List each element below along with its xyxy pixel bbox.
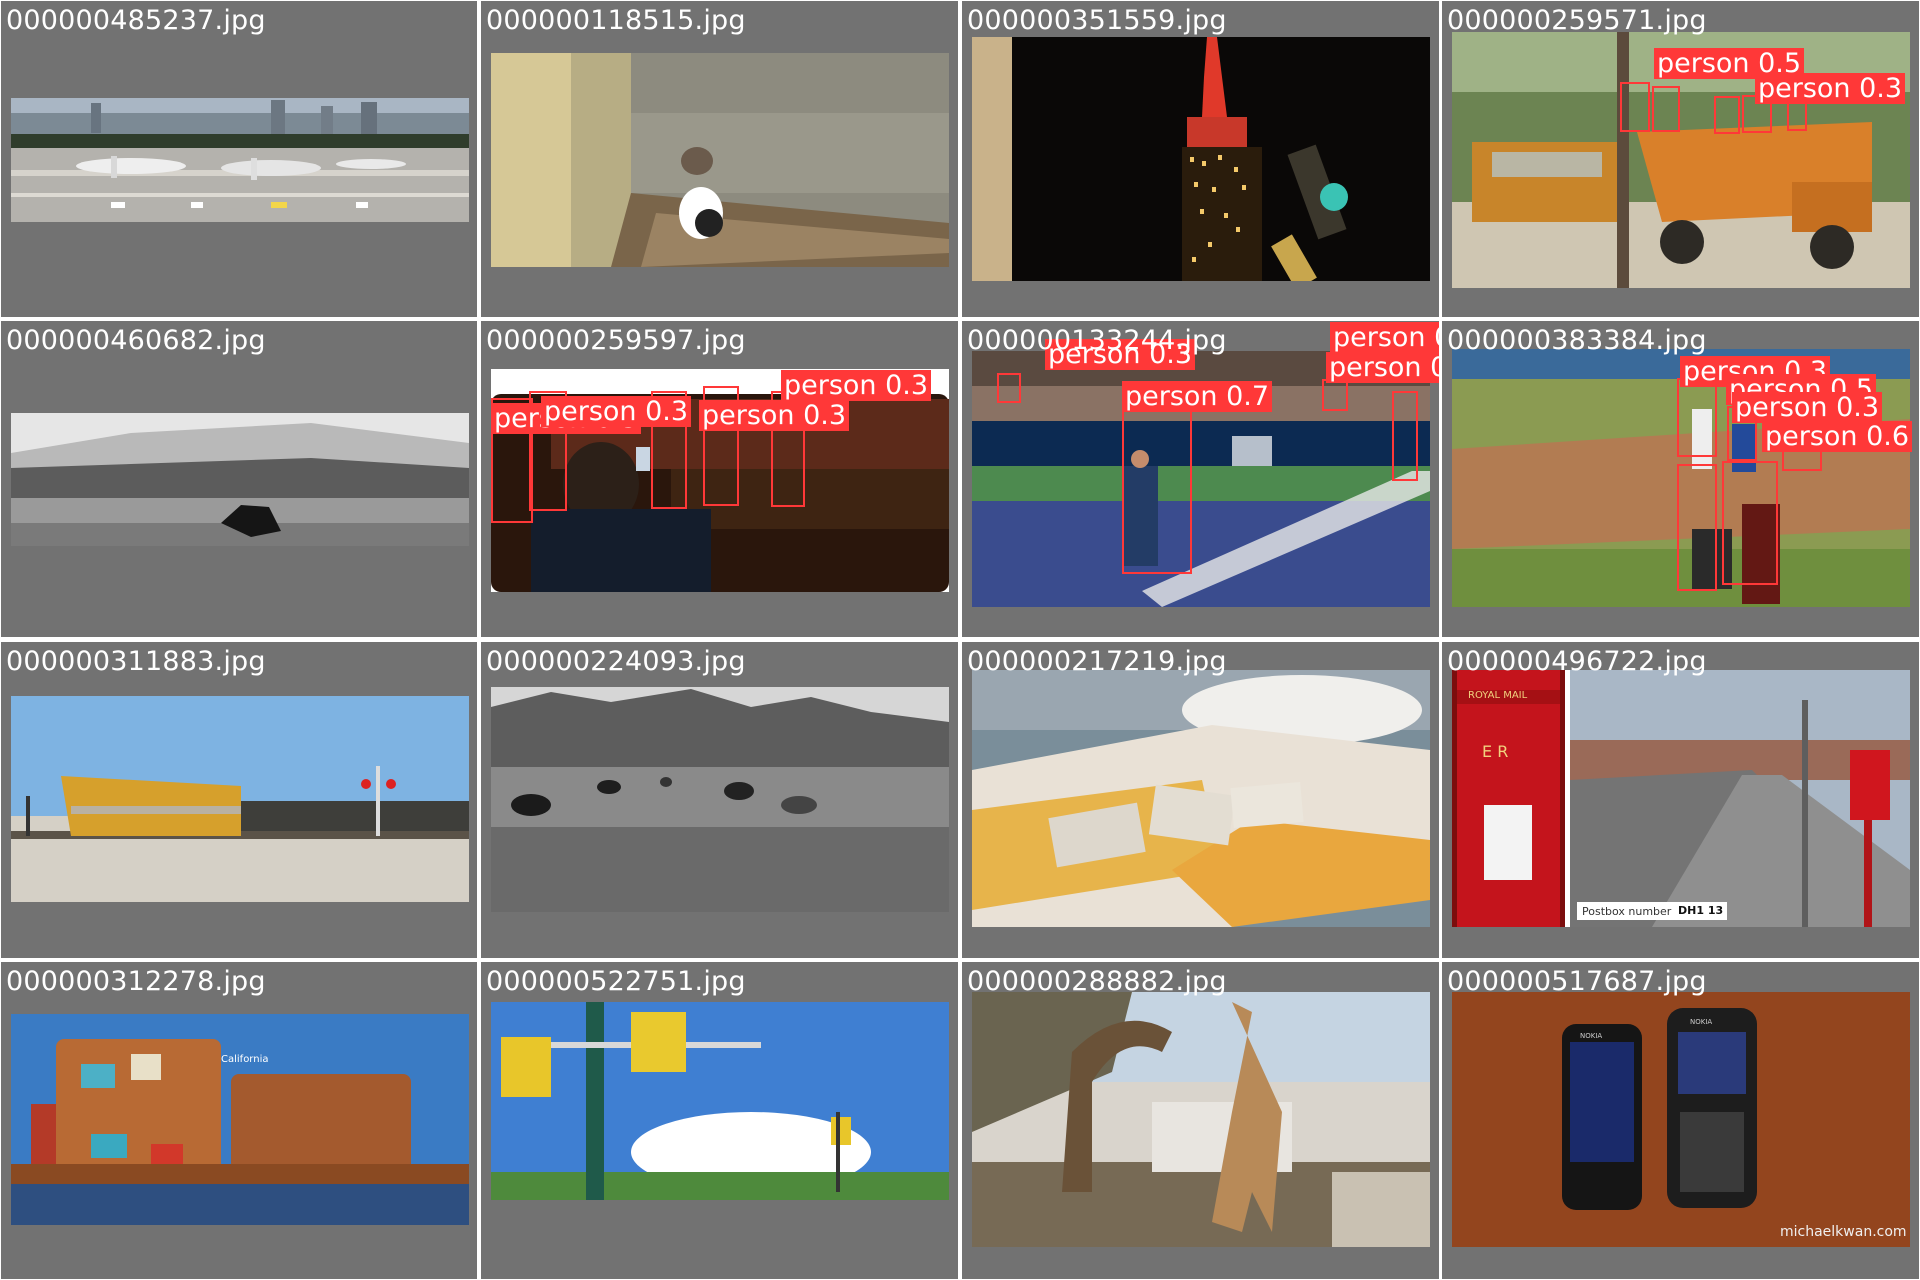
detection-box: [1620, 82, 1650, 132]
photo-airport-planes: [11, 98, 469, 222]
watermark-text: michaelkwan.com: [1780, 1224, 1907, 1240]
filename-label: 000000311883.jpg: [6, 646, 266, 677]
photo-postbox-street: [1452, 670, 1910, 927]
image-grid: 000000485237.jpg 000000118515.jpg 000000…: [0, 0, 1920, 1280]
filename-label: 000000496722.jpg: [1447, 646, 1707, 677]
detection-label: person 0.3: [699, 400, 850, 431]
detection-label: person 0.3: [541, 396, 692, 427]
filename-label: 000000383384.jpg: [1447, 325, 1707, 356]
filename-label: 000000522751.jpg: [486, 966, 746, 997]
filename-label: 000000217219.jpg: [967, 646, 1227, 677]
image-cell[interactable]: 000000383384.jpg person 0.3 person 0.5 p…: [1442, 321, 1919, 637]
filename-label: 000000312278.jpg: [6, 966, 266, 997]
detection-box: [1392, 391, 1418, 481]
filename-label: 000000224093.jpg: [486, 646, 746, 677]
detection-box: [1322, 379, 1348, 411]
detection-label: person 0.3: [781, 370, 932, 401]
filename-label: 000000118515.jpg: [486, 5, 746, 36]
filename-label: 000000351559.jpg: [967, 5, 1227, 36]
filename-label: 000000460682.jpg: [6, 325, 266, 356]
photo-giraffes: [972, 992, 1430, 1247]
detection-label: person 0.7: [1122, 381, 1273, 412]
image-cell[interactable]: 000000351559.jpg: [962, 1, 1439, 317]
image-cell[interactable]: 000000485237.jpg: [1, 1, 477, 317]
photo-nokia-phones: [1452, 992, 1910, 1247]
postbox-cypher: E R: [1482, 742, 1509, 761]
postbox-number: DH1 13: [1678, 904, 1724, 917]
photo-freight-train: [11, 696, 469, 902]
image-cell[interactable]: 000000224093.jpg: [481, 642, 958, 958]
detection-box: [1677, 464, 1717, 591]
photo-kitten: [491, 53, 949, 267]
image-cell[interactable]: 000000522751.jpg: [481, 962, 958, 1279]
detection-label: person 0.3: [1755, 73, 1906, 104]
detection-box: [997, 373, 1021, 403]
detection-label: person 0.3: [1326, 352, 1439, 383]
photo-bw-field-dog: [11, 413, 469, 546]
image-cell[interactable]: 000000517687.jpg NOKIA NOKIA michaelkwan…: [1442, 962, 1919, 1279]
detection-label: person 0.3: [1330, 322, 1439, 353]
image-cell[interactable]: 000000496722.jpg ROYAL MAIL E R Postbox …: [1442, 642, 1919, 958]
photo-bw-cows: [491, 687, 949, 912]
image-cell[interactable]: 000000312278.jpg California: [1, 962, 477, 1279]
image-cell[interactable]: 000000311883.jpg: [1, 642, 477, 958]
detection-box: [1787, 101, 1807, 131]
filename-label: 000000259571.jpg: [1447, 5, 1707, 36]
filename-label: 000000485237.jpg: [6, 5, 266, 36]
filename-label: 000000288882.jpg: [967, 966, 1227, 997]
suitcase-sticker-california: California: [221, 1054, 269, 1065]
photo-traffic-lights: [491, 1002, 949, 1200]
image-cell[interactable]: 000000460682.jpg: [1, 321, 477, 637]
filename-label: 000000517687.jpg: [1447, 966, 1707, 997]
phone-brand-label: NOKIA: [1580, 1032, 1603, 1040]
detection-box: [1652, 86, 1680, 132]
detection-box: [1714, 96, 1740, 134]
photo-bed-newspapers: [972, 670, 1430, 927]
image-cell[interactable]: 000000133244.jpg person 0.3 person 0.7 p…: [962, 321, 1439, 637]
photo-suitcases-roof: [11, 1014, 469, 1225]
filename-label: 000000259597.jpg: [486, 325, 746, 356]
image-cell[interactable]: 000000259571.jpg person 0.5 person 0.3: [1442, 1, 1919, 317]
image-cell[interactable]: 000000288882.jpg: [962, 962, 1439, 1279]
image-cell[interactable]: 000000118515.jpg: [481, 1, 958, 317]
detection-box: [1722, 461, 1778, 585]
photo-night-skyscraper: [972, 37, 1430, 281]
image-cell[interactable]: 000000259597.jpg person 0.3 person 0.3 p…: [481, 321, 958, 637]
detection-box: [1677, 378, 1717, 457]
image-cell[interactable]: 000000217219.jpg: [962, 642, 1439, 958]
detection-label: person 0.6: [1762, 421, 1913, 452]
filename-label: 000000133244.jpg: [967, 325, 1227, 356]
postbox-caption: Postbox number: [1582, 905, 1672, 918]
phone-brand-label: NOKIA: [1690, 1018, 1713, 1026]
detection-label: person 0.3: [1732, 392, 1883, 423]
postbox-royal-mail-text: ROYAL MAIL: [1468, 690, 1528, 701]
